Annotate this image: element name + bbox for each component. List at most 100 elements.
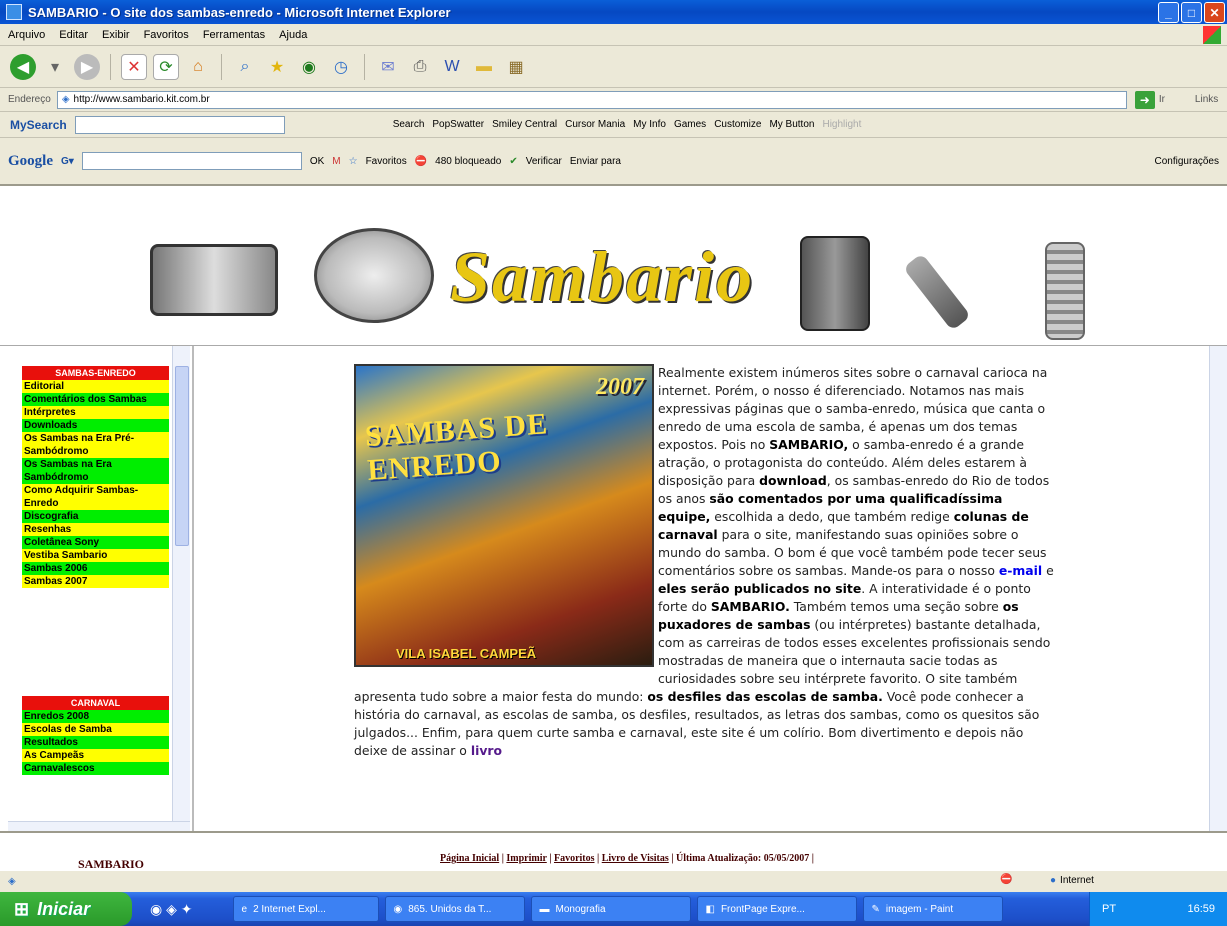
gmail-icon[interactable]: M xyxy=(332,156,340,167)
google-favoritos-button[interactable]: Favoritos xyxy=(366,156,407,167)
favorites-star-icon[interactable]: ★ xyxy=(264,54,290,80)
nav-sambas-2007[interactable]: Sambas 2007 xyxy=(22,575,169,588)
page-content: Sambario SAMBAS-ENREDO Editorial Comentá… xyxy=(0,186,1227,871)
start-button[interactable]: ⊞ Iniciar xyxy=(0,892,132,926)
footer-link-pagina-inicial[interactable]: Página Inicial xyxy=(440,853,499,864)
history-icon[interactable]: ◷ xyxy=(328,54,354,80)
go-arrow-icon[interactable]: ➜ xyxy=(1134,90,1155,109)
ganza-icon xyxy=(902,253,972,331)
menu-section-heading: CARNAVAL xyxy=(22,696,169,710)
search-icon[interactable]: ⌕ xyxy=(232,54,258,80)
intro-text-bold: download xyxy=(759,473,827,488)
nav-como-adquirir[interactable]: Como Adquirir Sambas-Enredo xyxy=(22,484,169,510)
footer-link-imprimir[interactable]: Imprimir xyxy=(506,853,546,864)
google-search-input[interactable] xyxy=(81,152,302,170)
start-label: Iniciar xyxy=(37,898,91,919)
verificar-button[interactable]: Verificar xyxy=(526,156,562,167)
left-vertical-scrollbar[interactable] xyxy=(172,346,190,821)
menu-arquivo[interactable]: Arquivo xyxy=(8,29,45,41)
intro-text-bold: eles serão publicados no site xyxy=(658,581,862,596)
close-button[interactable]: ✕ xyxy=(1204,2,1225,23)
back-icon[interactable]: ◀ xyxy=(10,53,36,80)
forward-icon[interactable]: ▶ xyxy=(74,53,100,80)
highlight-button[interactable]: Highlight xyxy=(822,119,861,130)
configuracoes-button[interactable]: Configurações xyxy=(1155,156,1219,167)
nav-pre-sambodromo[interactable]: Os Sambas na Era Pré-Sambódromo xyxy=(22,432,169,458)
mysearch-input[interactable] xyxy=(74,115,285,134)
folder-icon[interactable]: ▬ xyxy=(471,54,497,80)
footer-link-favoritos[interactable]: Favoritos xyxy=(554,853,595,864)
nav-escolas-de-samba[interactable]: Escolas de Samba xyxy=(22,723,169,736)
nav-vestiba[interactable]: Vestiba Sambario xyxy=(22,549,169,562)
enviar-button[interactable]: Enviar para xyxy=(570,156,621,167)
menu-bar: Arquivo Editar Exibir Favoritos Ferramen… xyxy=(0,24,1227,46)
stop-icon[interactable]: ✕ xyxy=(121,53,147,80)
cursor-mania-button[interactable]: Cursor Mania xyxy=(565,119,625,130)
site-banner: Sambario xyxy=(0,186,1227,346)
nav-discografia[interactable]: Discografia xyxy=(22,510,169,523)
task-paint[interactable]: ✎ imagem - Paint xyxy=(862,896,1003,922)
minimize-button[interactable]: _ xyxy=(1158,2,1179,23)
task-label: FrontPage Expre... xyxy=(720,903,805,915)
menu-ajuda[interactable]: Ajuda xyxy=(279,29,307,41)
email-link[interactable]: e-mail xyxy=(999,563,1042,578)
google-g-icon[interactable]: G▾ xyxy=(61,156,74,167)
mysearch-brand[interactable]: MySearch xyxy=(10,118,67,132)
address-url: http://www.sambario.kit.com.br xyxy=(73,94,210,105)
livro-link[interactable]: livro xyxy=(471,743,502,758)
nav-carnavalescos[interactable]: Carnavalescos xyxy=(22,762,169,775)
windows-flag-icon xyxy=(1203,26,1221,44)
google-brand[interactable]: Google xyxy=(8,153,53,170)
main-vertical-scrollbar[interactable] xyxy=(1209,346,1227,831)
refresh-icon[interactable]: ⟳ xyxy=(153,53,179,80)
task-internet-explorer[interactable]: e 2 Internet Expl... xyxy=(232,896,379,922)
research-icon[interactable]: ▦ xyxy=(503,54,529,80)
nav-coletanea-sony[interactable]: Coletânea Sony xyxy=(22,536,169,549)
home-icon[interactable]: ⌂ xyxy=(185,54,211,80)
quick-launch-icons[interactable]: ◉ ◈ ✦ xyxy=(150,901,193,918)
mysearch-search-button[interactable]: Search xyxy=(393,119,425,130)
nav-resultados[interactable]: Resultados xyxy=(22,736,169,749)
nav-interpretes[interactable]: Intérpretes xyxy=(22,406,169,419)
nav-resenhas[interactable]: Resenhas xyxy=(22,523,169,536)
nav-comentarios[interactable]: Comentários dos Sambas xyxy=(22,393,169,406)
site-footer: SAMBARIO Página Inicial | Imprimir | Fav… xyxy=(0,831,1227,871)
mail-icon[interactable]: ✉ xyxy=(375,54,401,80)
menu-editar[interactable]: Editar xyxy=(59,29,88,41)
poster-title: SAMBAS DE ENREDO xyxy=(363,407,550,487)
customize-button[interactable]: Customize xyxy=(714,119,761,130)
smiley-central-button[interactable]: Smiley Central xyxy=(492,119,557,130)
back-dropdown-icon[interactable]: ▾ xyxy=(42,54,68,80)
address-input[interactable]: ◈ http://www.sambario.kit.com.br xyxy=(56,90,1127,109)
task-unidos[interactable]: ◉ 865. Unidos da T... xyxy=(384,896,525,922)
menu-ferramentas[interactable]: Ferramentas xyxy=(203,29,265,41)
popup-blocked-icon: ⛔ xyxy=(1000,874,1013,885)
maximize-button[interactable]: □ xyxy=(1181,2,1202,23)
google-ok-button[interactable]: OK xyxy=(310,156,324,167)
edit-word-icon[interactable]: W xyxy=(439,54,465,80)
media-icon[interactable]: ◉ xyxy=(296,54,322,80)
sambas-enredo-menu: SAMBAS-ENREDO Editorial Comentários dos … xyxy=(22,366,169,588)
nav-enredos-2008[interactable]: Enredos 2008 xyxy=(22,710,169,723)
go-label[interactable]: Ir xyxy=(1159,94,1165,105)
footer-link-livro-de-visitas[interactable]: Livro de Visitas xyxy=(602,853,669,864)
my-info-button[interactable]: My Info xyxy=(633,119,666,130)
menu-exibir[interactable]: Exibir xyxy=(102,29,130,41)
scrollbar-thumb[interactable] xyxy=(175,366,189,546)
my-button-button[interactable]: My Button xyxy=(769,119,814,130)
task-monografia[interactable]: ▬ Monografia xyxy=(530,896,691,922)
nav-sambodromo[interactable]: Os Sambas na Era Sambódromo xyxy=(22,458,169,484)
nav-sambas-2006[interactable]: Sambas 2006 xyxy=(22,562,169,575)
blocked-count[interactable]: 480 bloqueado xyxy=(435,156,501,167)
menu-favoritos[interactable]: Favoritos xyxy=(144,29,189,41)
language-indicator[interactable]: PT xyxy=(1102,903,1116,915)
popswatter-button[interactable]: PopSwatter xyxy=(432,119,484,130)
nav-as-campeas[interactable]: As Campeãs xyxy=(22,749,169,762)
google-star-icon[interactable]: ☆ xyxy=(349,156,358,167)
print-icon[interactable]: ⎙ xyxy=(407,54,433,80)
links-label[interactable]: Links xyxy=(1195,94,1218,105)
nav-downloads[interactable]: Downloads xyxy=(22,419,169,432)
games-button[interactable]: Games xyxy=(674,119,706,130)
nav-editorial[interactable]: Editorial xyxy=(22,380,169,393)
task-frontpage[interactable]: ◧ FrontPage Expre... xyxy=(696,896,857,922)
